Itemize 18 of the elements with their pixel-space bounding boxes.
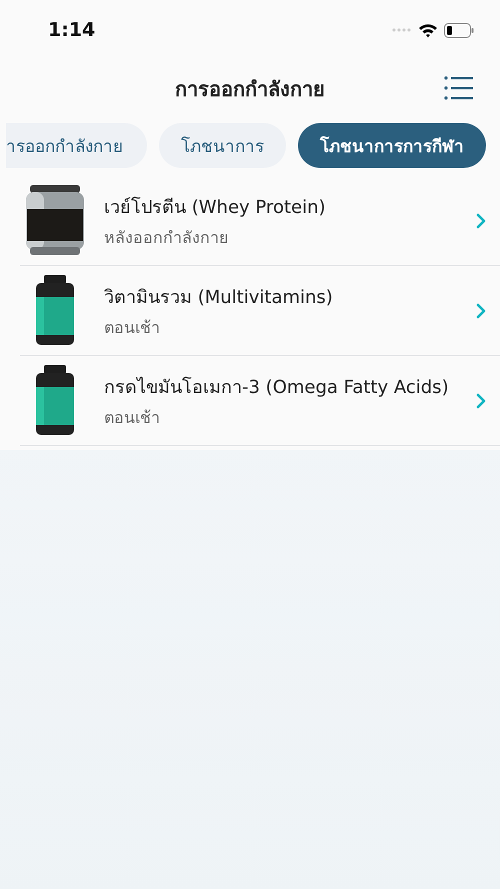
status-time: 1:14 [48, 19, 96, 41]
menu-icon[interactable] [444, 76, 474, 100]
tab[interactable]: โภชนาการการกีฬา [298, 122, 486, 168]
item-title: เวย์โปรตีน (Whey Protein) [104, 196, 327, 220]
signal-icon [392, 28, 412, 32]
chevron-icon[interactable] [476, 302, 486, 318]
tab[interactable]: ารออกกำลังกาย [6, 122, 147, 168]
item-title: กรดไขมันโอเมกา-3 (Omega Fatty Acids) [104, 376, 450, 400]
item-subtitle: ตอนเช้า [104, 316, 161, 338]
wifi-icon [418, 22, 438, 38]
item-subtitle: ตอนเช้า [104, 406, 161, 428]
page-title: การออกกำลังกาย [175, 76, 325, 103]
chevron-icon[interactable] [476, 212, 486, 228]
battery-icon [444, 22, 474, 38]
item-title: วิตามินรวม (Multivitamins) [104, 286, 334, 310]
item-subtitle: หลังออกกำลังกาย [104, 226, 229, 248]
chevron-icon[interactable] [476, 392, 486, 408]
tab[interactable]: โภชนาการ [159, 122, 286, 168]
